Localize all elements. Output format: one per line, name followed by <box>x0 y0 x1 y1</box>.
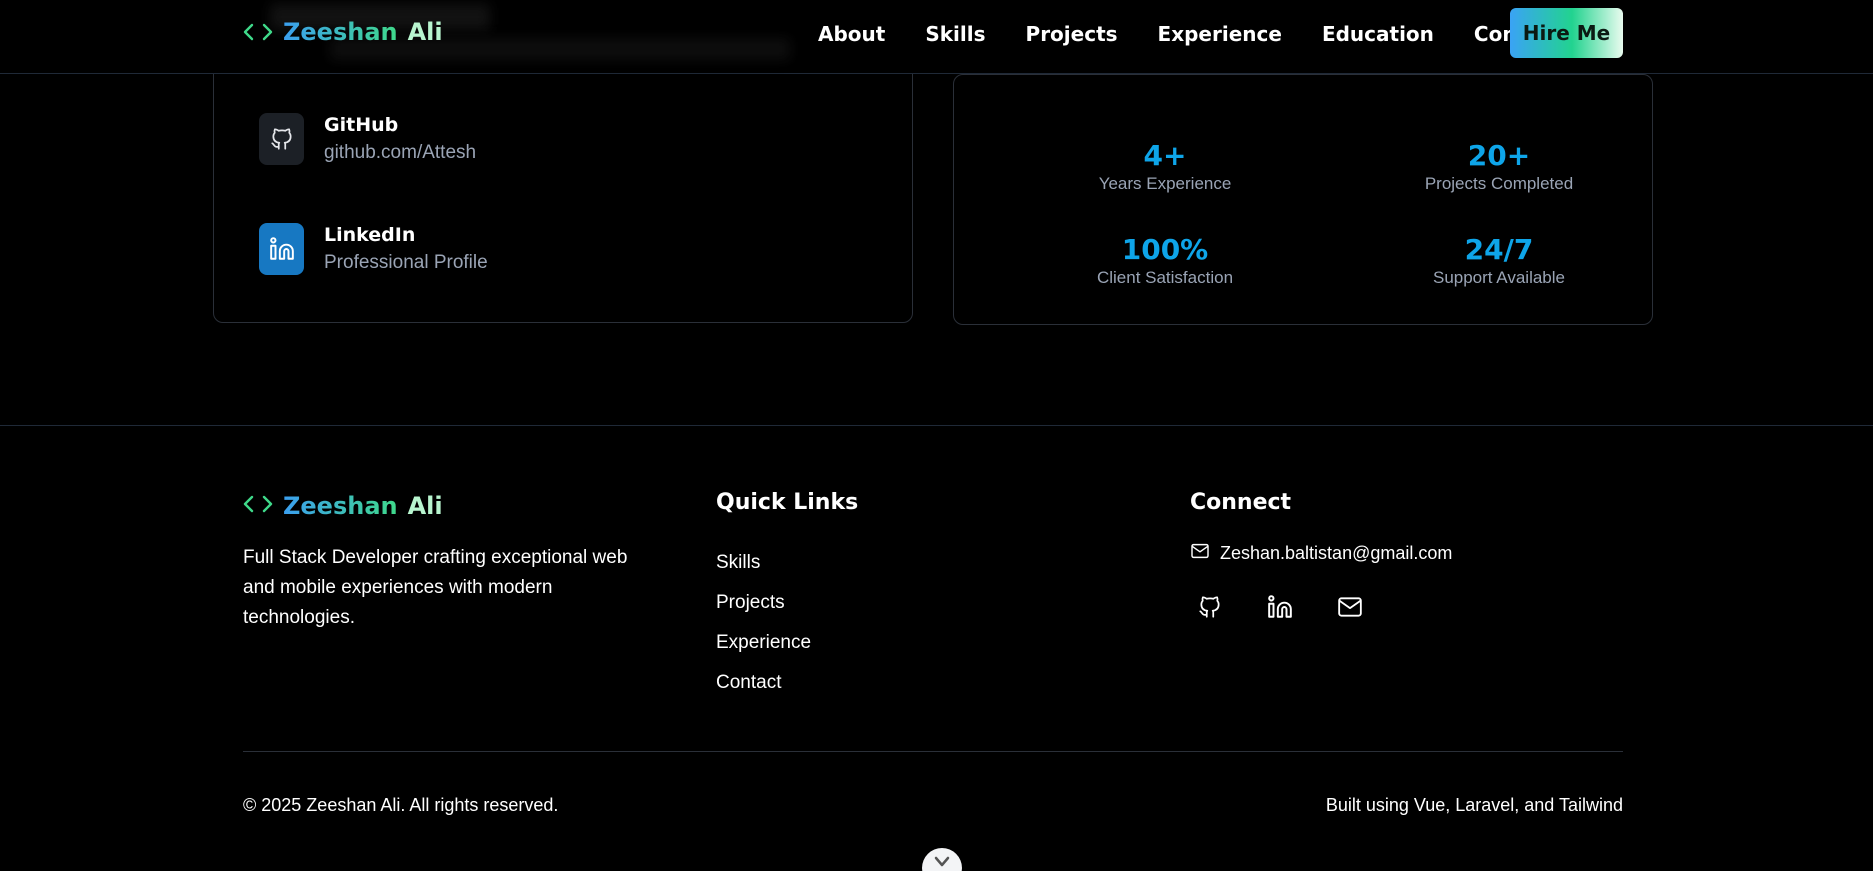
stat-years-experience: 4+ Years Experience <box>1035 139 1295 194</box>
quick-link-skills[interactable]: Skills <box>716 543 811 583</box>
mail-icon[interactable] <box>1330 588 1370 626</box>
linkedin-icon[interactable] <box>1260 588 1300 626</box>
brand-first-name: Zeeshan <box>283 18 398 46</box>
footer-divider <box>0 425 1873 426</box>
quick-link-projects[interactable]: Projects <box>716 583 811 623</box>
stat-value: 24/7 <box>1464 233 1534 266</box>
github-title: GitHub <box>324 114 399 136</box>
nav-link-about[interactable]: About <box>818 22 885 46</box>
stat-client-satisfaction: 100% Client Satisfaction <box>1035 233 1295 288</box>
github-icon[interactable] <box>1190 588 1230 626</box>
linkedin-icon <box>259 223 304 275</box>
stat-label: Years Experience <box>1098 174 1232 193</box>
top-navbar: Zeeshan Ali About Skills Projects Experi… <box>0 0 1873 74</box>
contact-links-card: GitHub github.com/Attesh LinkedIn Profes… <box>213 52 913 323</box>
github-text: GitHub github.com/Attesh <box>324 114 476 164</box>
stat-support-available: 24/7 Support Available <box>1369 233 1629 288</box>
brand-last-name: Ali <box>407 18 443 46</box>
stat-value: 100% <box>1121 233 1209 266</box>
footer-brand-last: Ali <box>407 492 443 520</box>
stat-value: 20+ <box>1467 139 1531 172</box>
nav-link-projects[interactable]: Projects <box>1026 22 1118 46</box>
connect-heading: Connect <box>1190 490 1292 515</box>
quick-links-list: Skills Projects Experience Contact <box>716 543 811 703</box>
stat-label: Support Available <box>1432 268 1565 287</box>
stats-card: 4+ Years Experience 20+ Projects Complet… <box>953 74 1653 325</box>
chevron-down-icon <box>933 854 951 871</box>
footer-brand: Zeeshan Ali <box>243 492 443 520</box>
code-icon <box>243 492 273 520</box>
github-subtitle: github.com/Attesh <box>324 142 477 163</box>
nav-links: About Skills Projects Experience Educati… <box>818 22 1561 46</box>
github-link[interactable]: GitHub github.com/Attesh <box>259 113 476 165</box>
nav-link-experience[interactable]: Experience <box>1158 22 1282 46</box>
linkedin-text: LinkedIn Professional Profile <box>324 224 488 274</box>
copyright-text: © 2025 Zeeshan Ali. All rights reserved. <box>243 795 559 815</box>
quick-links-heading: Quick Links <box>716 490 859 515</box>
footer-bottom-divider <box>243 751 1623 752</box>
nav-link-education[interactable]: Education <box>1322 22 1434 46</box>
stat-label: Client Satisfaction <box>1096 268 1234 287</box>
footer-email-text: Zeshan.baltistan@gmail.com <box>1220 543 1453 563</box>
footer-description: Full Stack Developer crafting exceptiona… <box>243 547 628 628</box>
scroll-button[interactable] <box>922 848 962 871</box>
nav-link-skills[interactable]: Skills <box>925 22 985 46</box>
footer-social-icons <box>1190 588 1370 626</box>
footer-brand-first: Zeeshan <box>283 492 398 520</box>
quick-link-contact[interactable]: Contact <box>716 663 811 703</box>
hire-me-button[interactable]: Hire Me <box>1510 8 1623 58</box>
stat-value: 4+ <box>1143 139 1187 172</box>
brand-logo[interactable]: Zeeshan Ali <box>243 18 443 46</box>
mail-icon <box>1190 543 1210 564</box>
linkedin-subtitle: Professional Profile <box>324 252 488 273</box>
code-icon <box>243 22 273 42</box>
github-icon <box>259 113 304 165</box>
stat-label: Projects Completed <box>1424 174 1574 193</box>
linkedin-title: LinkedIn <box>324 224 416 246</box>
quick-link-experience[interactable]: Experience <box>716 623 811 663</box>
linkedin-link[interactable]: LinkedIn Professional Profile <box>259 223 488 275</box>
stat-projects-completed: 20+ Projects Completed <box>1369 139 1629 194</box>
built-with-text: Built using Vue, Laravel, and Tailwind <box>1325 795 1623 815</box>
footer-email-link[interactable]: Zeshan.baltistan@gmail.com <box>1190 543 1452 564</box>
